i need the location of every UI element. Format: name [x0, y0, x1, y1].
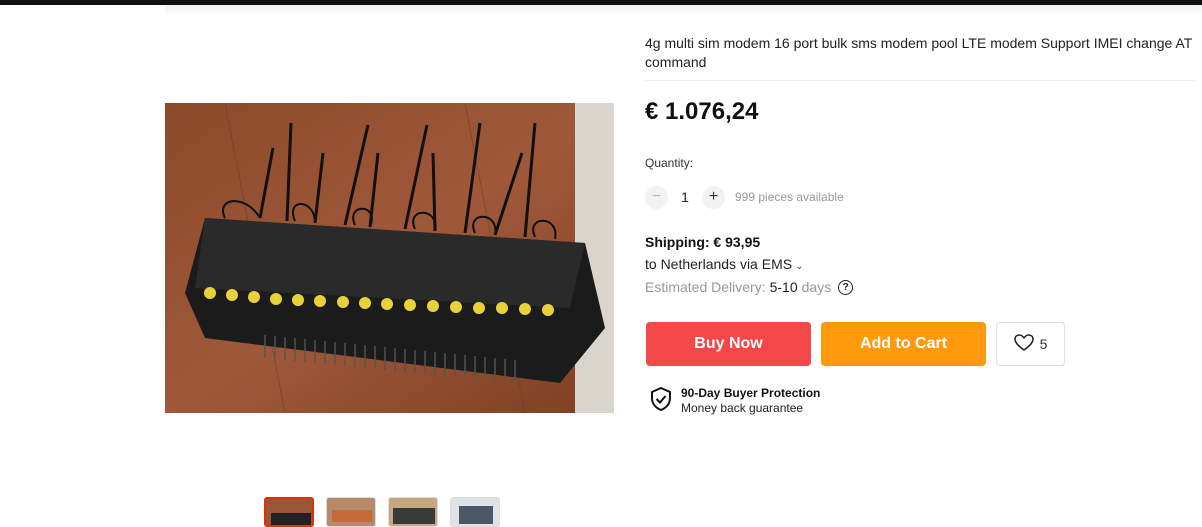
quantity-label: Quantity:	[645, 156, 694, 170]
product-price: € 1.076,24	[645, 98, 759, 125]
product-main-image[interactable]	[165, 103, 614, 413]
stock-available: 999 pieces available	[735, 190, 844, 204]
quantity-stepper: − 1 + 999 pieces available	[645, 185, 844, 209]
protection-subtitle: Money back guarantee	[681, 401, 804, 415]
add-to-cart-button[interactable]: Add to Cart	[821, 322, 986, 366]
help-circle-icon[interactable]: ?	[838, 279, 854, 295]
thumbnail-strip	[264, 497, 500, 527]
title-divider	[645, 80, 1195, 81]
protection-title: 90-Day Buyer Protection	[681, 386, 821, 400]
chevron-down-icon: ⌄	[795, 261, 804, 272]
wishlist-button[interactable]: 5	[996, 322, 1065, 366]
top-bar-shadow	[165, 5, 1202, 15]
wishlist-count: 5	[1039, 336, 1048, 352]
product-title: 4g multi sim modem 16 port bulk sms mode…	[645, 35, 1193, 70]
thumbnail-2[interactable]	[326, 497, 376, 527]
thumbnail-4[interactable]	[450, 497, 500, 527]
shield-check-icon	[650, 386, 672, 416]
thumbnail-3[interactable]	[388, 497, 438, 527]
delivery-unit: days	[801, 279, 832, 295]
delivery-label: Estimated Delivery:	[645, 279, 766, 295]
heart-icon	[1013, 333, 1034, 355]
thumbnail-1[interactable]	[264, 497, 314, 527]
estimated-delivery: Estimated Delivery: 5-10 days ?	[645, 279, 854, 295]
shipping-destination: to Netherlands via EMS	[645, 256, 793, 272]
delivery-days: 5-10	[769, 279, 798, 295]
buy-now-button[interactable]: Buy Now	[646, 322, 811, 366]
shipping-cost: Shipping: € 93,95	[645, 234, 761, 250]
shipping-destination-selector[interactable]: to Netherlands via EMS ⌄	[645, 256, 803, 272]
quantity-increase-button[interactable]: +	[702, 185, 725, 209]
quantity-input[interactable]: 1	[668, 189, 702, 205]
quantity-decrease-button[interactable]: −	[645, 185, 668, 209]
buyer-protection: 90-Day Buyer Protection Money back guara…	[650, 386, 820, 416]
